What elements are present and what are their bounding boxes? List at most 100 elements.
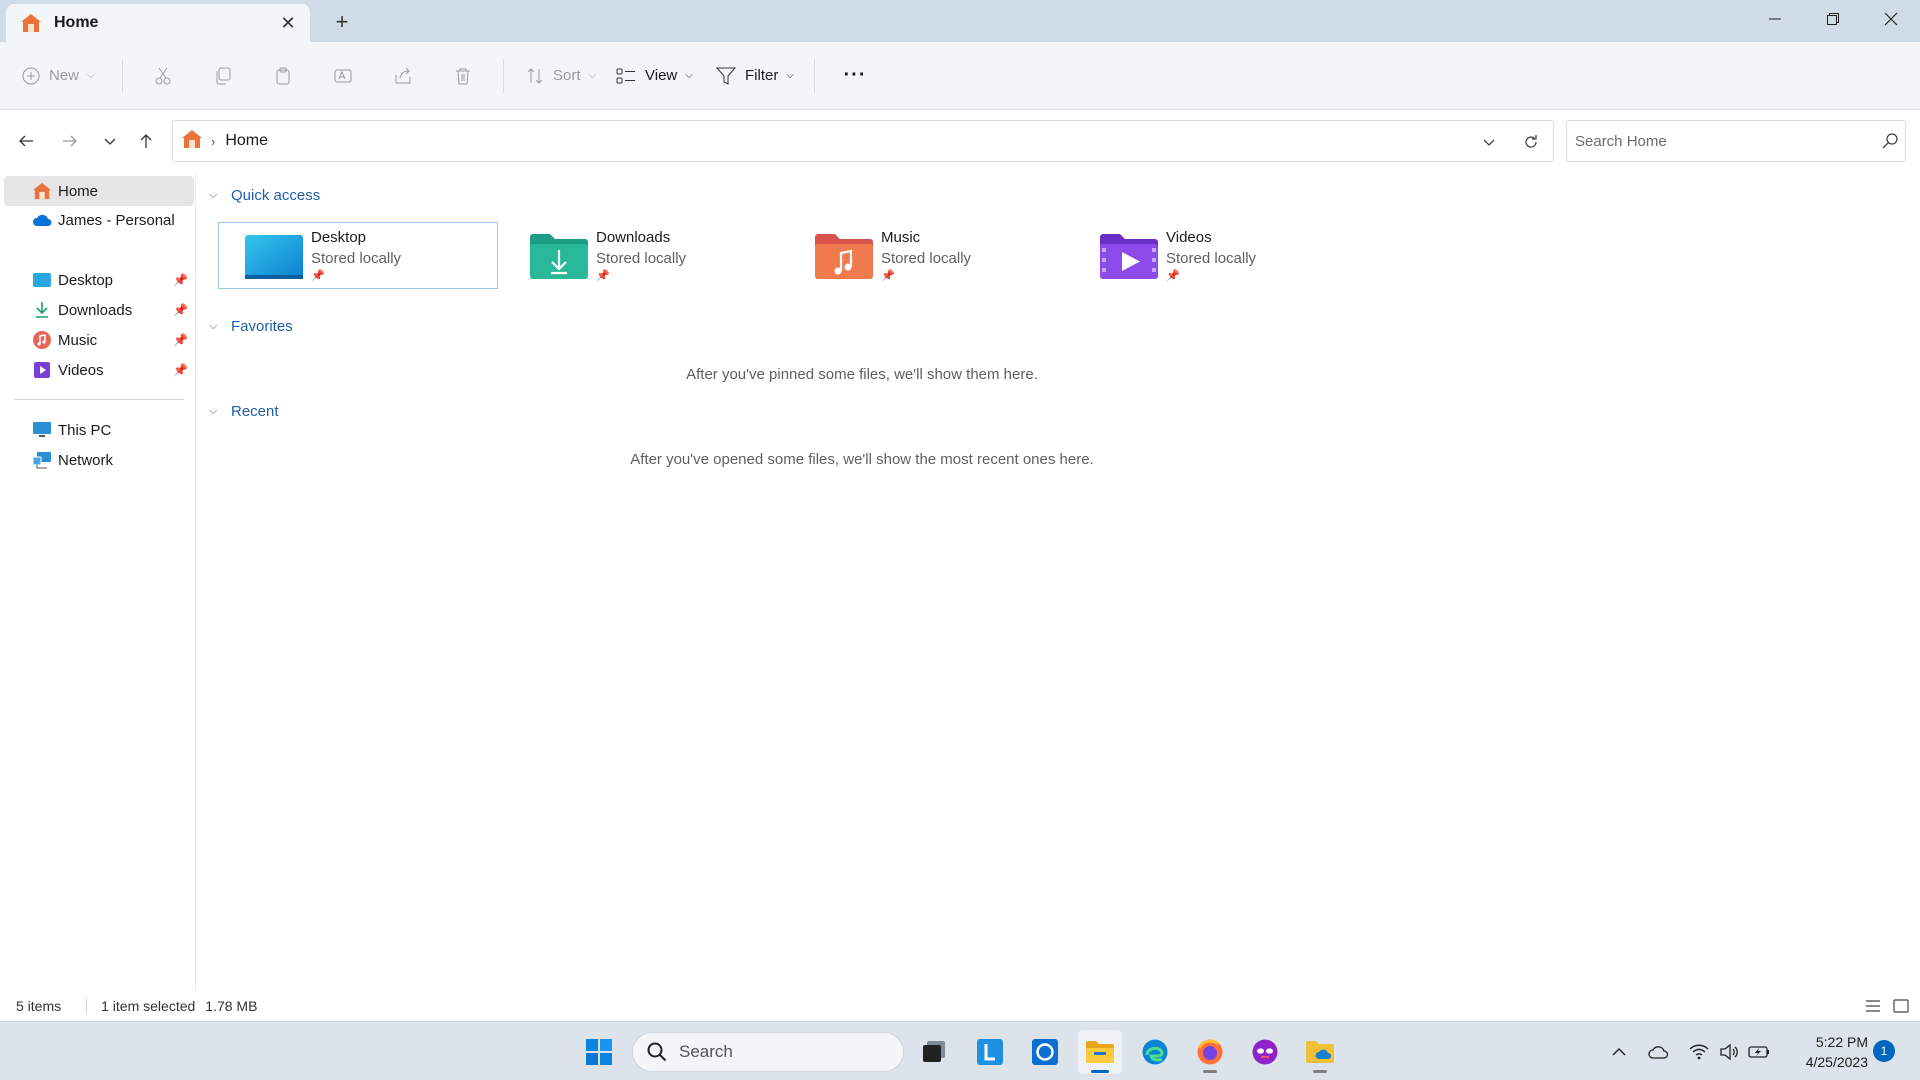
quick-access-header[interactable]: ⌵ Quick access: [209, 187, 320, 204]
rename-icon: [334, 69, 352, 82]
more-options-button[interactable]: ···: [825, 54, 885, 98]
search-input[interactable]: [1575, 132, 1875, 150]
favorites-header[interactable]: ⌵ Favorites: [209, 318, 293, 335]
rename-button[interactable]: [313, 54, 373, 98]
home-icon: [32, 181, 52, 201]
wifi-button[interactable]: [1684, 1037, 1714, 1067]
filter-label: Filter: [745, 67, 779, 84]
sidebar-item-network[interactable]: Network: [4, 445, 194, 475]
title-bar: Home ✕ +: [0, 0, 1920, 42]
sidebar-item-music[interactable]: Music 📌: [4, 325, 194, 355]
taskbar-l-app[interactable]: [968, 1030, 1012, 1074]
pin-icon[interactable]: 📌: [173, 273, 188, 287]
recent-header[interactable]: ⌵ Recent: [209, 403, 279, 420]
sidebar-item-label: Videos: [58, 361, 104, 379]
show-hidden-icons-button[interactable]: [1604, 1037, 1634, 1067]
notification-badge[interactable]: 1: [1873, 1040, 1895, 1062]
music-icon: [32, 330, 52, 350]
home-icon: [20, 12, 42, 34]
search-box[interactable]: [1566, 120, 1906, 162]
cut-button[interactable]: [133, 54, 193, 98]
clock[interactable]: 5:22 PM 4/25/2023: [1788, 1032, 1868, 1072]
section-title: Favorites: [231, 318, 293, 335]
command-bar: New ⌵ Sort ⌵ View ⌵ Filter ⌵ ···: [0, 42, 1920, 110]
new-button[interactable]: New ⌵: [22, 54, 112, 98]
selection-size: 1.78 MB: [205, 998, 258, 1014]
view-button[interactable]: View ⌵: [604, 54, 704, 98]
taskbar-search[interactable]: Search: [632, 1032, 904, 1072]
search-icon[interactable]: [1875, 133, 1905, 149]
breadcrumb-home[interactable]: Home: [225, 132, 268, 150]
downloads-icon: [32, 300, 52, 320]
forward-button[interactable]: [54, 125, 86, 157]
new-tab-button[interactable]: +: [328, 8, 356, 36]
start-button[interactable]: [577, 1030, 621, 1074]
quick-access-music[interactable]: Music Stored locally 📌: [788, 222, 1068, 289]
taskbar-onedrive-folder[interactable]: [1298, 1030, 1342, 1074]
delete-button[interactable]: [433, 54, 493, 98]
quick-access-downloads[interactable]: Downloads Stored locally 📌: [503, 222, 783, 289]
share-button[interactable]: [373, 54, 433, 98]
pin-icon[interactable]: 📌: [173, 363, 188, 377]
sidebar-item-downloads[interactable]: Downloads 📌: [4, 295, 194, 325]
clock-time: 5:22 PM: [1815, 1034, 1868, 1050]
sidebar-item-onedrive[interactable]: James - Personal: [4, 205, 194, 235]
volume-button[interactable]: [1714, 1037, 1744, 1067]
address-bar[interactable]: › Home: [172, 120, 1554, 162]
downloads-folder-icon: [530, 234, 588, 279]
tile-name: Music: [881, 229, 921, 246]
sidebar-item-label: This PC: [58, 421, 112, 439]
tiles-view-button[interactable]: [1890, 995, 1912, 1017]
tab-home[interactable]: Home ✕: [6, 4, 310, 42]
pin-icon: 📌: [1166, 270, 1180, 282]
taskbar-search-label: Search: [679, 1042, 733, 1061]
close-button[interactable]: [1862, 0, 1920, 38]
copy-button[interactable]: [193, 54, 253, 98]
paste-icon: [276, 67, 290, 84]
taskbar-edge[interactable]: [1133, 1030, 1177, 1074]
quick-access-desktop[interactable]: Desktop Stored locally 📌: [218, 222, 498, 289]
up-button[interactable]: [130, 125, 162, 157]
sidebar-item-this-pc[interactable]: This PC: [4, 415, 194, 445]
refresh-button[interactable]: [1519, 130, 1543, 154]
chevron-down-icon: ⌵: [209, 320, 218, 332]
onedrive-tray-button[interactable]: [1644, 1037, 1674, 1067]
divider: [814, 58, 815, 93]
battery-icon: [1748, 1045, 1769, 1058]
address-history-button[interactable]: [1477, 130, 1501, 154]
sidebar-divider: [14, 399, 184, 400]
refresh-icon: [1525, 135, 1537, 148]
restore-button[interactable]: [1804, 0, 1862, 38]
taskbar-mask-app[interactable]: [1243, 1030, 1287, 1074]
back-button[interactable]: [10, 125, 42, 157]
pin-icon[interactable]: 📌: [173, 303, 188, 317]
paste-button[interactable]: [253, 54, 313, 98]
arrow-right-icon: [63, 135, 77, 147]
music-folder-icon: [815, 234, 873, 279]
chevron-down-icon: ⌵: [588, 70, 597, 81]
edge-icon: [1142, 1039, 1168, 1065]
taskbar-firefox[interactable]: [1188, 1030, 1232, 1074]
breadcrumb-separator[interactable]: ›: [211, 134, 215, 149]
minimize-button[interactable]: [1746, 0, 1804, 38]
desktop-folder-icon: [245, 235, 303, 279]
videos-icon: [32, 360, 52, 380]
taskbar-cortana[interactable]: [1023, 1030, 1067, 1074]
filter-button[interactable]: Filter ⌵: [704, 54, 804, 98]
videos-folder-icon: [1100, 234, 1158, 279]
taskbar-file-explorer[interactable]: [1078, 1030, 1122, 1074]
chevron-down-icon: [1483, 139, 1495, 146]
mask-app-icon: [1252, 1039, 1278, 1065]
recent-locations-button[interactable]: [94, 125, 126, 157]
tab-close-button[interactable]: ✕: [274, 9, 302, 37]
task-view-button[interactable]: [912, 1030, 956, 1074]
battery-button[interactable]: [1744, 1037, 1774, 1067]
sidebar-item-videos[interactable]: Videos 📌: [4, 355, 194, 385]
pin-icon[interactable]: 📌: [173, 333, 188, 347]
quick-access-videos[interactable]: Videos Stored locally 📌: [1073, 222, 1353, 289]
sidebar-item-home[interactable]: Home: [4, 176, 194, 206]
details-view-button[interactable]: [1862, 995, 1884, 1017]
pin-icon: 📌: [311, 270, 325, 282]
sidebar-item-desktop[interactable]: Desktop 📌: [4, 265, 194, 295]
sort-button[interactable]: Sort ⌵: [514, 54, 604, 98]
